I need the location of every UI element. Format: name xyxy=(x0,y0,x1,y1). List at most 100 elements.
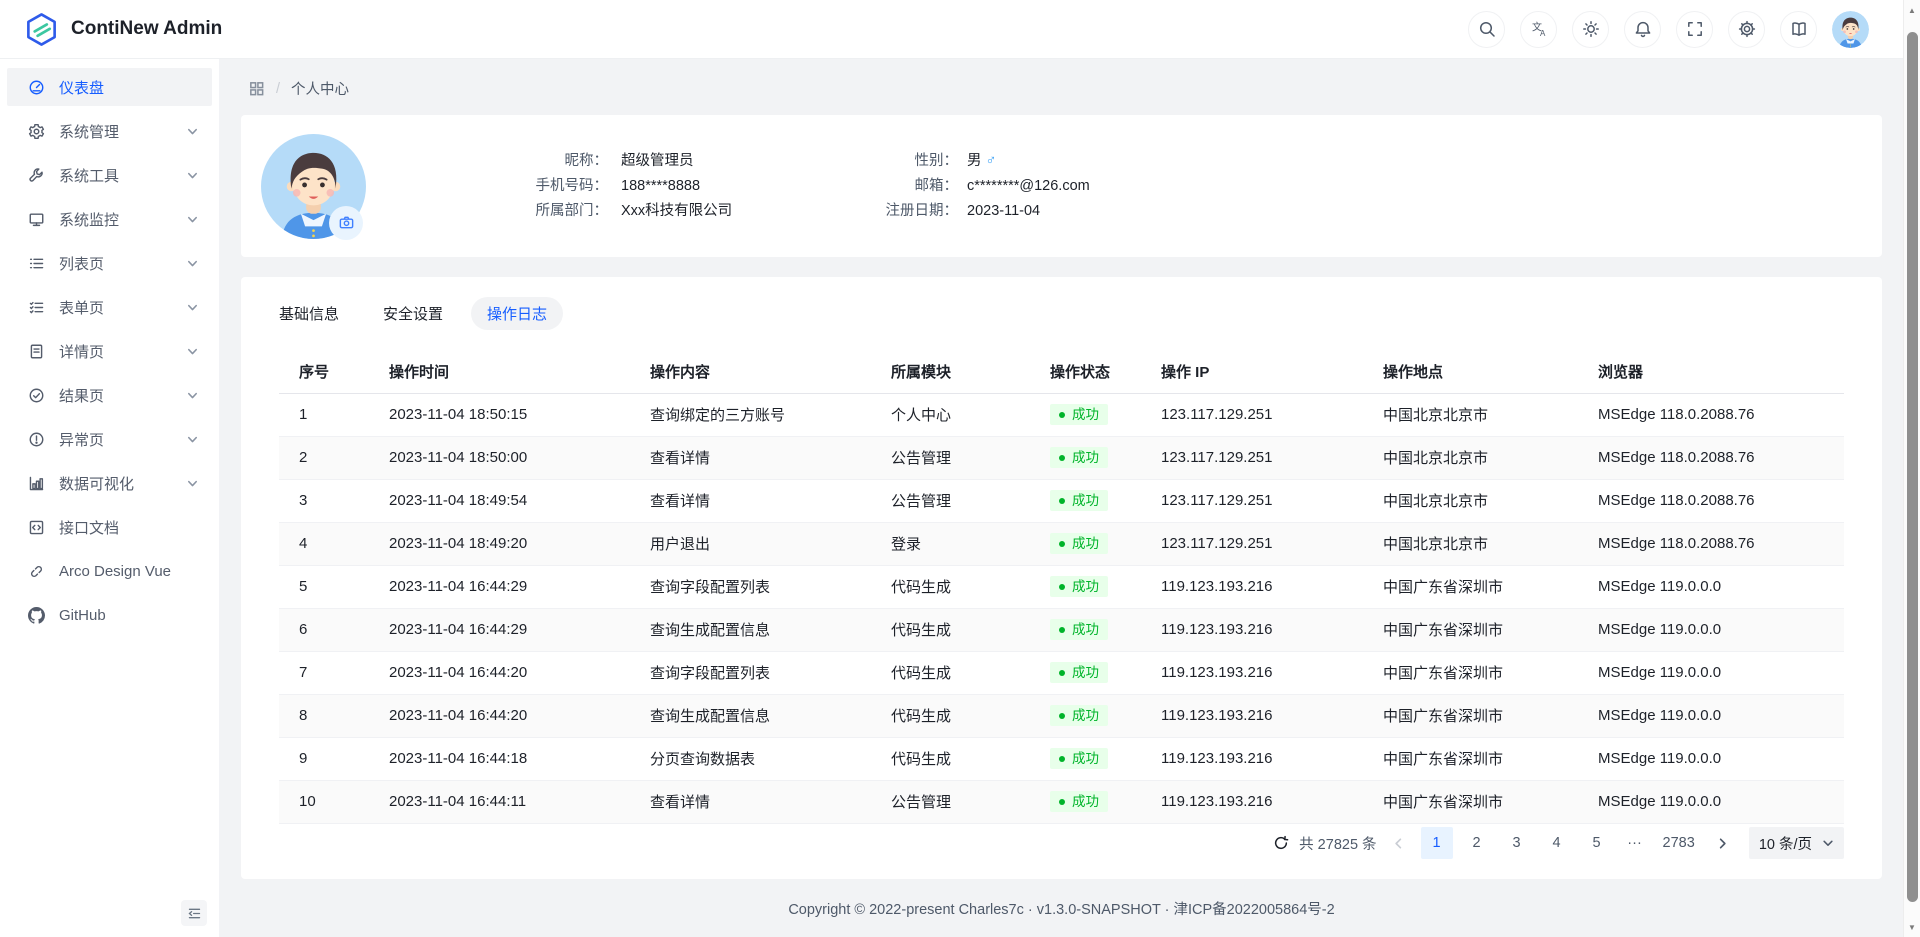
next-page-button[interactable] xyxy=(1709,827,1737,859)
tool-icon xyxy=(28,167,45,184)
page-button-5[interactable]: 5 xyxy=(1581,827,1613,859)
translate-button[interactable]: 文A xyxy=(1520,11,1557,48)
page-size-select[interactable]: 10 条/页 xyxy=(1749,827,1844,859)
tab-basic-info[interactable]: 基础信息 xyxy=(279,303,339,324)
sidebar-item-chart[interactable]: 数据可视化 xyxy=(7,464,212,502)
status-badge: 成功 xyxy=(1050,576,1108,598)
table-cell: 查看详情 xyxy=(630,479,871,522)
apps-grid-icon[interactable] xyxy=(248,80,265,97)
sidebar-item-list[interactable]: 列表页 xyxy=(7,244,212,282)
status-dot-icon xyxy=(1059,799,1065,805)
notifications-button[interactable] xyxy=(1624,11,1661,48)
page-button-2783[interactable]: 2783 xyxy=(1657,827,1701,859)
sidebar-menu: 仪表盘系统管理系统工具系统监控列表页表单页详情页结果页异常页数据可视化接口文档 A… xyxy=(0,59,220,937)
status-cell: 成功 xyxy=(1030,479,1141,522)
field-label: 昵称： xyxy=(478,149,608,174)
table-cell: 8 xyxy=(279,694,369,737)
status-dot-icon xyxy=(1059,627,1065,633)
footer: Copyright © 2022-present Charles7c · v1.… xyxy=(241,879,1882,919)
profile-field: 所属部门：Xxx科技有限公司 xyxy=(478,199,841,224)
page-button-4[interactable]: 4 xyxy=(1541,827,1573,859)
status-cell: 成功 xyxy=(1030,393,1141,436)
detail-card: 基础信息安全设置操作日志 序号操作时间操作内容所属模块操作状态操作 IP操作地点… xyxy=(241,277,1882,879)
status-badge: 成功 xyxy=(1050,404,1108,426)
table-cell: 4 xyxy=(279,522,369,565)
sidebar-item-link[interactable]: Arco Design Vue xyxy=(7,552,212,590)
fullscreen-icon xyxy=(1686,20,1704,38)
table-cell: 2 xyxy=(279,436,369,479)
page-button-2[interactable]: 2 xyxy=(1461,827,1493,859)
table-row: 52023-11-04 16:44:29查询字段配置列表代码生成成功119.12… xyxy=(279,565,1844,608)
page-button-1[interactable]: 1 xyxy=(1421,827,1453,859)
sidebar-item-form[interactable]: 表单页 xyxy=(7,288,212,326)
table-cell: 用户退出 xyxy=(630,522,871,565)
scrollbar-thumb[interactable] xyxy=(1907,32,1918,902)
user-avatar-small[interactable] xyxy=(1832,11,1869,48)
sidebar-item-dashboard[interactable]: 仪表盘 xyxy=(7,68,212,106)
column-header: 所属模块 xyxy=(871,351,1030,393)
sidebar-item-result[interactable]: 结果页 xyxy=(7,376,212,414)
prev-page-button[interactable] xyxy=(1385,827,1413,859)
app-logo[interactable]: ContiNew Admin xyxy=(24,12,222,47)
profile-tabs: 基础信息 安全设置 操作日志 xyxy=(279,277,1844,330)
sidebar-item-api[interactable]: 接口文档 xyxy=(7,508,212,546)
fullscreen-button[interactable] xyxy=(1676,11,1713,48)
sidebar-item-github[interactable]: GitHub xyxy=(7,596,212,634)
detail-icon xyxy=(28,343,45,360)
change-avatar-button[interactable] xyxy=(329,206,363,240)
chevron-down-icon xyxy=(186,477,199,490)
sidebar-item-exception[interactable]: 异常页 xyxy=(7,420,212,458)
table-row: 62023-11-04 16:44:29查询生成配置信息代码生成成功119.12… xyxy=(279,608,1844,651)
sidebar-item-settings-gear[interactable]: 系统管理 xyxy=(7,112,212,150)
sidebar-item-tool[interactable]: 系统工具 xyxy=(7,156,212,194)
status-cell: 成功 xyxy=(1030,694,1141,737)
table-row: 12023-11-04 18:50:15查询绑定的三方账号个人中心成功123.1… xyxy=(279,393,1844,436)
table-cell: 中国北京北京市 xyxy=(1363,522,1578,565)
table-cell: MSEdge 118.0.2088.76 xyxy=(1578,522,1844,565)
table-cell: 中国广东省深圳市 xyxy=(1363,565,1578,608)
theme-button[interactable] xyxy=(1572,11,1609,48)
pagination-total: 共 27825 条 xyxy=(1299,833,1376,854)
table-cell: 9 xyxy=(279,737,369,780)
status-cell: 成功 xyxy=(1030,436,1141,479)
sidebar-item-monitor[interactable]: 系统监控 xyxy=(7,200,212,238)
table-cell: 2023-11-04 18:49:54 xyxy=(369,479,630,522)
field-value: c********@126.com xyxy=(967,174,1090,199)
table-cell: 代码生成 xyxy=(871,694,1030,737)
scroll-down-arrow[interactable]: ▼ xyxy=(1904,919,1920,935)
user-avatar-large[interactable] xyxy=(261,134,366,239)
page-ellipsis[interactable]: ··· xyxy=(1621,835,1649,851)
sidebar-item-label: GitHub xyxy=(59,607,199,624)
refresh-button[interactable] xyxy=(1273,835,1289,851)
sidebar-item-label: 系统监控 xyxy=(59,209,186,230)
page-button-3[interactable]: 3 xyxy=(1501,827,1533,859)
table-cell: 查询生成配置信息 xyxy=(630,694,871,737)
tab-security-settings[interactable]: 安全设置 xyxy=(383,303,443,324)
table-cell: 个人中心 xyxy=(871,393,1030,436)
search-button[interactable] xyxy=(1468,11,1505,48)
settings-gear-icon xyxy=(28,123,45,140)
sidebar-item-label: 接口文档 xyxy=(59,517,199,538)
profile-field: 注册日期：2023-11-04 xyxy=(841,199,1090,224)
docs-button[interactable] xyxy=(1780,11,1817,48)
breadcrumb: / 个人中心 xyxy=(248,78,1882,99)
sidebar-collapse-button[interactable] xyxy=(181,900,207,926)
column-header: 操作 IP xyxy=(1141,351,1363,393)
page-scrollbar[interactable]: ▲ ▼ xyxy=(1903,0,1920,937)
sidebar-item-label: 详情页 xyxy=(59,341,186,362)
profile-info: 昵称：超级管理员手机号码：188****8888所属部门：Xxx科技有限公司 性… xyxy=(478,149,1090,224)
settings-button[interactable] xyxy=(1728,11,1765,48)
table-cell: 查询字段配置列表 xyxy=(630,651,871,694)
sidebar-item-detail[interactable]: 详情页 xyxy=(7,332,212,370)
male-gender-icon: ♂ xyxy=(986,153,997,169)
table-cell: MSEdge 119.0.0.0 xyxy=(1578,780,1844,823)
status-badge: 成功 xyxy=(1050,662,1108,684)
table-cell: 119.123.193.216 xyxy=(1141,780,1363,823)
tab-operation-log[interactable]: 操作日志 xyxy=(471,297,563,330)
column-header: 浏览器 xyxy=(1578,351,1844,393)
column-header: 操作时间 xyxy=(369,351,630,393)
table-cell: 公告管理 xyxy=(871,479,1030,522)
scroll-up-arrow[interactable]: ▲ xyxy=(1904,2,1920,18)
status-cell: 成功 xyxy=(1030,737,1141,780)
book-icon xyxy=(1790,20,1808,38)
